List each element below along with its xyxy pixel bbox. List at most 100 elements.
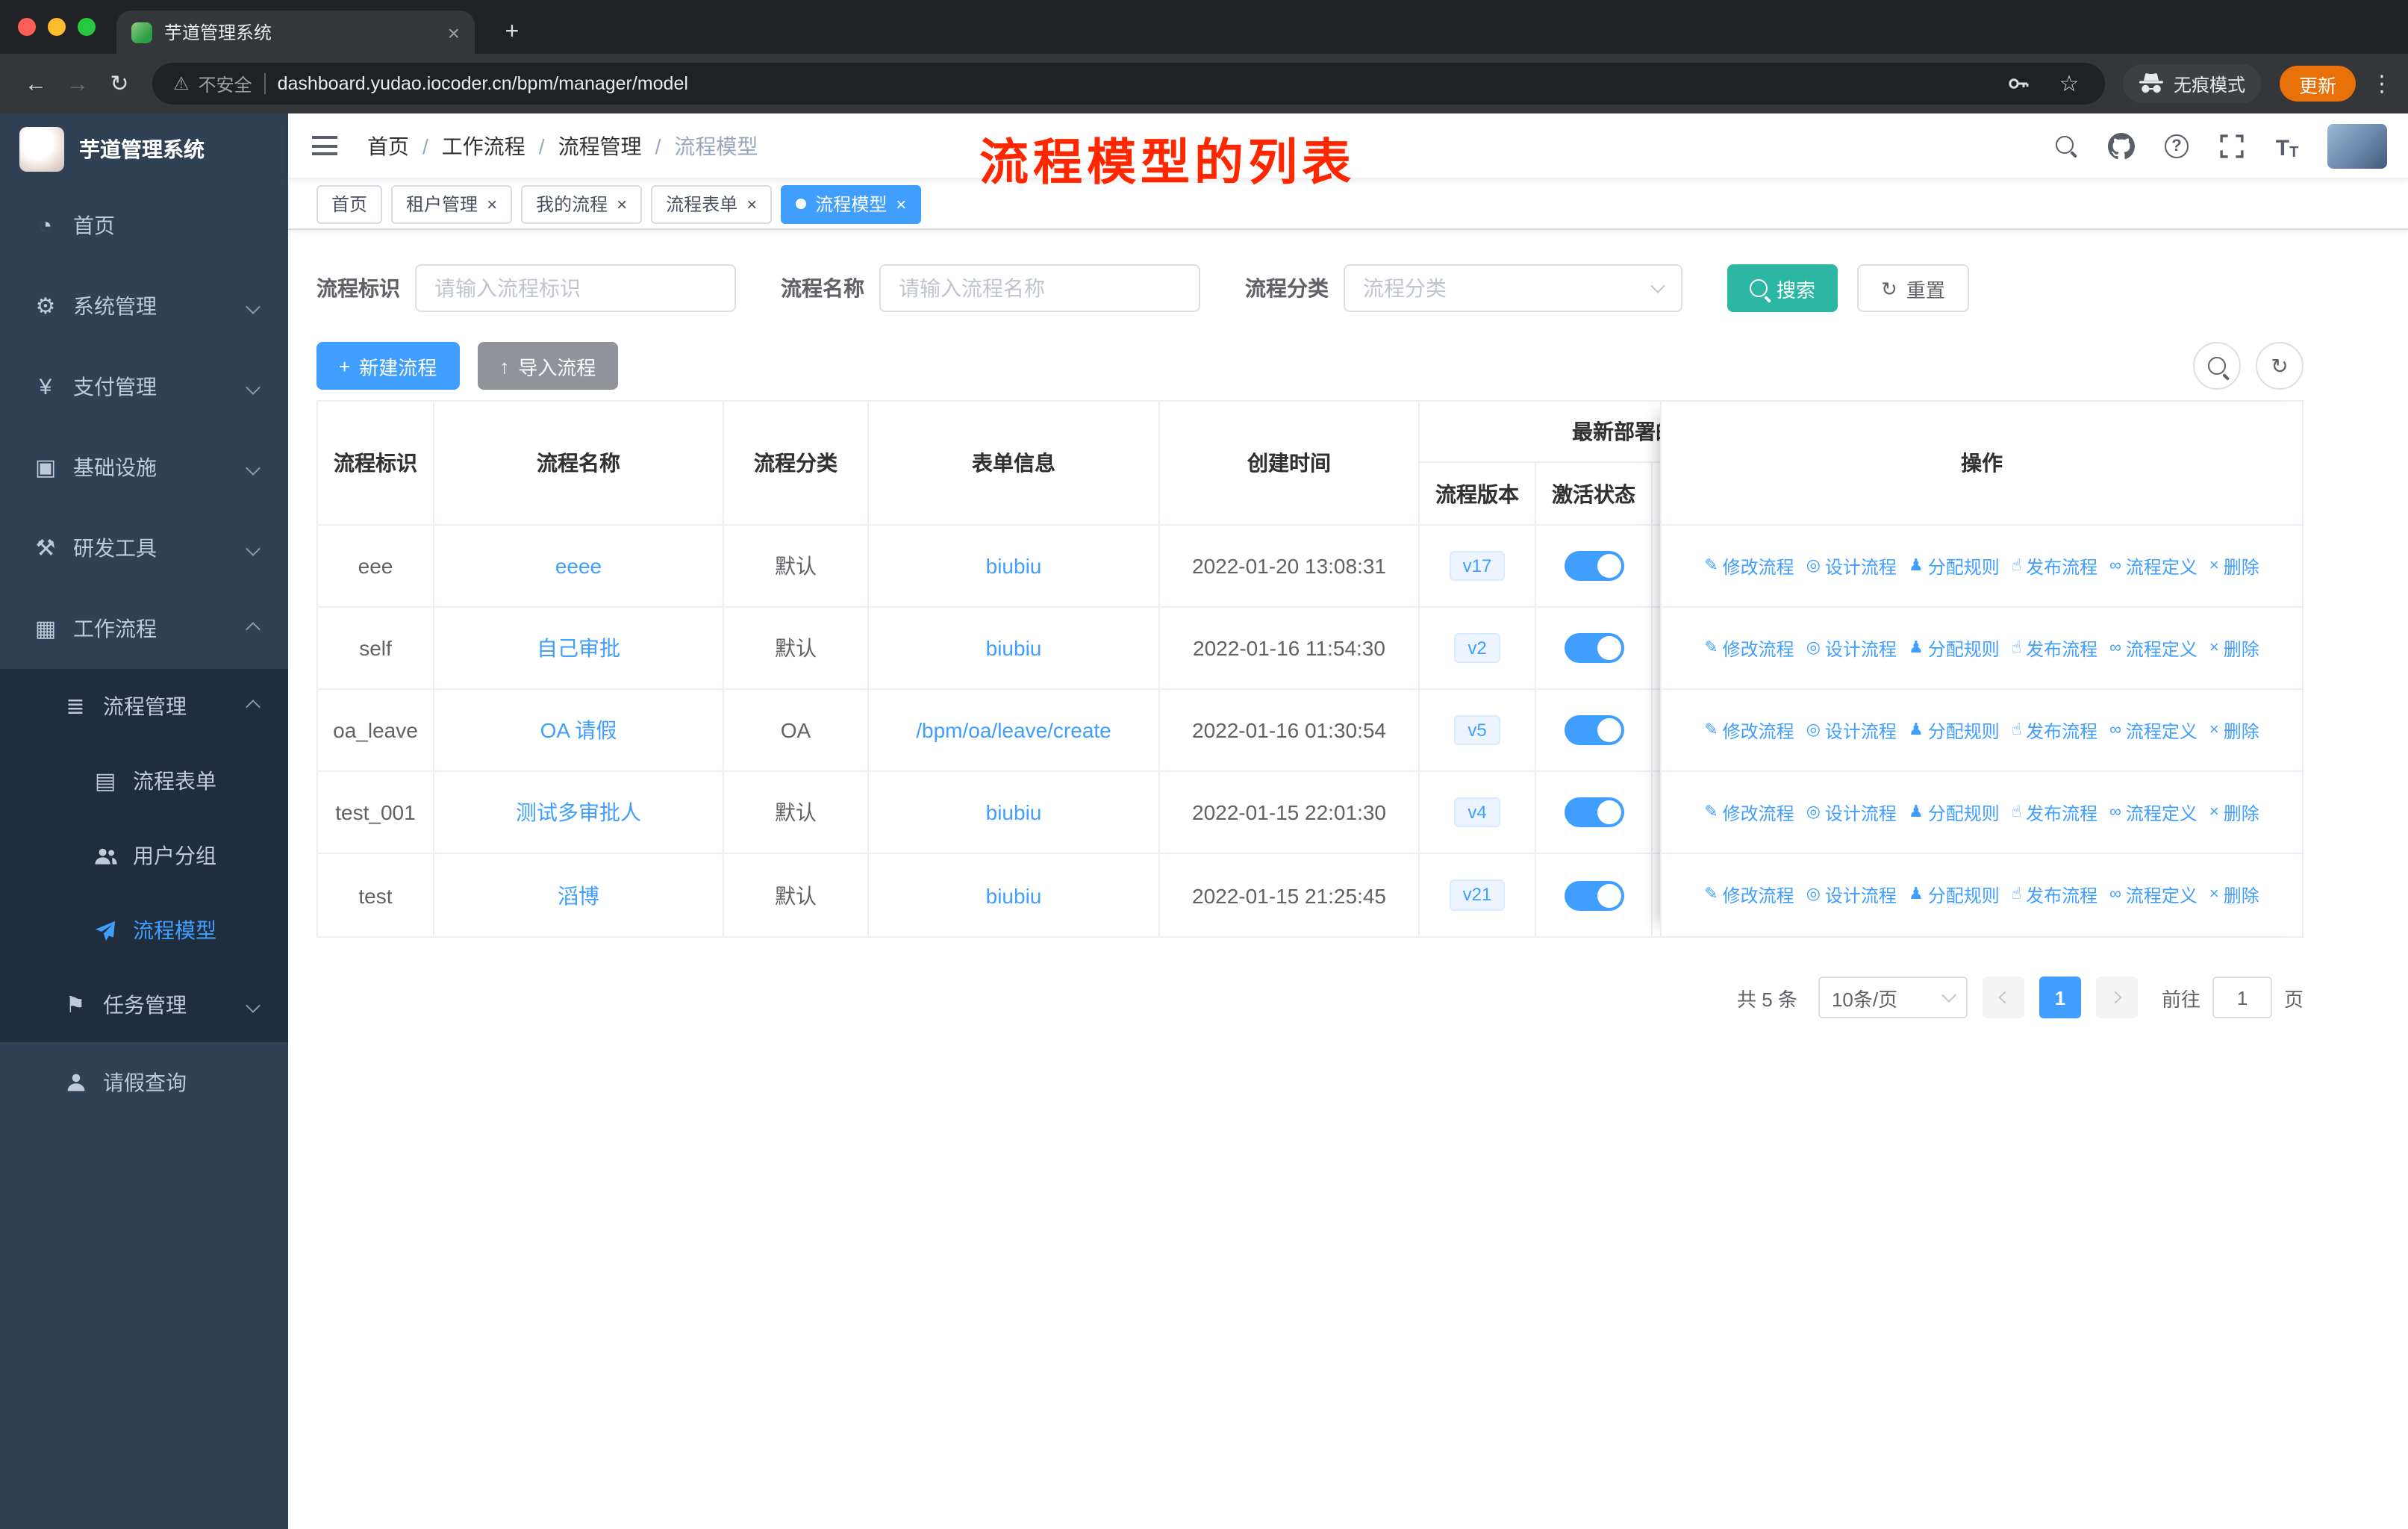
- form-info-link[interactable]: /bpm/oa/leave/create: [916, 718, 1111, 742]
- process-name-link[interactable]: eeee: [555, 554, 602, 578]
- modify-process-link[interactable]: ✎ 修改流程: [1704, 882, 1794, 908]
- deploy-process-link[interactable]: ☝ 发布流程: [2012, 717, 2097, 743]
- category-select[interactable]: 流程分类: [1344, 264, 1682, 312]
- modify-process-link[interactable]: ✎ 修改流程: [1704, 800, 1794, 825]
- collapse-sidebar-icon[interactable]: [312, 136, 337, 155]
- tag-process-model[interactable]: 流程模型 ×: [781, 184, 922, 223]
- process-name-link[interactable]: 滔博: [558, 880, 599, 910]
- breadcrumb-workflow[interactable]: 工作流程: [442, 131, 525, 161]
- delete-link[interactable]: × 删除: [2209, 635, 2259, 661]
- sidebar-item-leave-query[interactable]: 请假查询: [0, 1042, 288, 1123]
- toggle-search-button[interactable]: [2193, 342, 2241, 390]
- form-info-link[interactable]: biubiu: [986, 800, 1042, 824]
- active-toggle[interactable]: [1564, 551, 1623, 581]
- form-info-link[interactable]: biubiu: [986, 636, 1042, 660]
- design-process-link[interactable]: ◎ 设计流程: [1806, 717, 1897, 743]
- process-name-link[interactable]: 测试多审批人: [516, 797, 641, 827]
- active-toggle[interactable]: [1564, 880, 1623, 910]
- sidebar-item-infrastructure[interactable]: ▣ 基础设施: [0, 427, 288, 508]
- close-icon[interactable]: ×: [617, 195, 627, 213]
- assign-rule-link[interactable]: ♟ 分配规则: [1909, 553, 2000, 579]
- new-tab-button[interactable]: +: [496, 19, 528, 46]
- assign-rule-link[interactable]: ♟ 分配规则: [1909, 717, 2000, 743]
- password-key-icon[interactable]: [2003, 69, 2033, 99]
- reset-button[interactable]: ↻ 重置: [1857, 264, 1969, 312]
- active-toggle[interactable]: [1564, 633, 1623, 663]
- minimize-window-button[interactable]: [48, 18, 66, 36]
- sidebar-item-devtools[interactable]: ⚒ 研发工具: [0, 508, 288, 588]
- github-icon[interactable]: [2106, 131, 2136, 161]
- process-definition-link[interactable]: ∞ 流程定义: [2109, 717, 2198, 743]
- page-1-button[interactable]: 1: [2039, 977, 2081, 1018]
- search-icon[interactable]: [2051, 131, 2081, 161]
- app-logo[interactable]: 芋道管理系统: [0, 113, 288, 185]
- modify-process-link[interactable]: ✎ 修改流程: [1704, 717, 1794, 743]
- active-toggle[interactable]: [1564, 797, 1623, 827]
- page-size-select[interactable]: 10条/页: [1818, 977, 1968, 1018]
- close-window-button[interactable]: [18, 18, 36, 36]
- sidebar-item-payment[interactable]: ¥ 支付管理: [0, 346, 288, 427]
- process-definition-link[interactable]: ∞ 流程定义: [2109, 800, 2198, 825]
- sidebar-item-process-model[interactable]: 流程模型: [0, 893, 288, 968]
- deploy-process-link[interactable]: ☝ 发布流程: [2012, 882, 2097, 908]
- tab-close-icon[interactable]: ×: [448, 22, 460, 43]
- fullscreen-icon[interactable]: [2217, 131, 2247, 161]
- assign-rule-link[interactable]: ♟ 分配规则: [1909, 635, 2000, 661]
- modify-process-link[interactable]: ✎ 修改流程: [1704, 635, 1794, 661]
- design-process-link[interactable]: ◎ 设计流程: [1806, 635, 1897, 661]
- sidebar-item-system[interactable]: ⚙ 系统管理: [0, 266, 288, 346]
- design-process-link[interactable]: ◎ 设计流程: [1806, 800, 1897, 825]
- next-page-button[interactable]: [2095, 977, 2138, 1018]
- process-definition-link[interactable]: ∞ 流程定义: [2109, 882, 2198, 908]
- font-size-icon[interactable]: TT: [2272, 131, 2302, 161]
- sidebar-item-process-management[interactable]: ≣ 流程管理: [0, 669, 288, 744]
- forward-icon[interactable]: →: [57, 71, 99, 96]
- goto-page-input[interactable]: [2212, 977, 2272, 1018]
- process-name-link[interactable]: OA 请假: [540, 715, 617, 745]
- assign-rule-link[interactable]: ♟ 分配规则: [1909, 882, 2000, 908]
- process-name-input[interactable]: [879, 264, 1200, 312]
- address-bar[interactable]: ⚠ 不安全 dashboard.yudao.iocoder.cn/bpm/mana…: [152, 63, 2105, 105]
- sidebar-item-user-group[interactable]: 用户分组: [0, 818, 288, 893]
- chrome-update-button[interactable]: 更新: [2279, 66, 2356, 102]
- help-icon[interactable]: ?: [2162, 131, 2192, 161]
- sidebar-item-workflow[interactable]: ▦ 工作流程: [0, 588, 288, 669]
- close-icon[interactable]: ×: [487, 195, 497, 213]
- form-info-link[interactable]: biubiu: [986, 883, 1042, 907]
- deploy-process-link[interactable]: ☝ 发布流程: [2012, 553, 2097, 579]
- sidebar-item-home[interactable]: ◔ 首页: [0, 185, 288, 266]
- delete-link[interactable]: × 删除: [2209, 800, 2259, 825]
- close-icon[interactable]: ×: [746, 195, 757, 213]
- process-id-input[interactable]: [415, 264, 736, 312]
- process-definition-link[interactable]: ∞ 流程定义: [2109, 553, 2198, 579]
- reload-icon[interactable]: ↻: [99, 70, 140, 97]
- prev-page-button[interactable]: [1982, 977, 2024, 1018]
- sidebar-item-process-form[interactable]: ▤ 流程表单: [0, 744, 288, 818]
- user-avatar[interactable]: [2327, 123, 2387, 168]
- browser-tab[interactable]: 芋道管理系统 ×: [116, 10, 475, 54]
- modify-process-link[interactable]: ✎ 修改流程: [1704, 553, 1794, 579]
- delete-link[interactable]: × 删除: [2209, 717, 2259, 743]
- tag-tenant[interactable]: 租户管理 ×: [391, 184, 513, 223]
- search-button[interactable]: 搜索: [1727, 264, 1838, 312]
- maximize-window-button[interactable]: [78, 18, 96, 36]
- security-warning[interactable]: ⚠ 不安全: [173, 71, 252, 96]
- create-process-button[interactable]: + 新建流程: [316, 342, 460, 390]
- breadcrumb-home[interactable]: 首页: [367, 131, 409, 161]
- sidebar-item-task-management[interactable]: ⚑ 任务管理: [0, 968, 288, 1042]
- deploy-process-link[interactable]: ☝ 发布流程: [2012, 635, 2097, 661]
- design-process-link[interactable]: ◎ 设计流程: [1806, 882, 1897, 908]
- process-name-link[interactable]: 自己审批: [537, 633, 620, 663]
- assign-rule-link[interactable]: ♟ 分配规则: [1909, 800, 2000, 825]
- refresh-table-button[interactable]: ↻: [2256, 342, 2303, 390]
- bookmark-star-icon[interactable]: ☆: [2054, 69, 2084, 99]
- delete-link[interactable]: × 删除: [2209, 882, 2259, 908]
- browser-menu-icon[interactable]: ⋮: [2371, 70, 2393, 97]
- tag-home[interactable]: 首页: [316, 184, 383, 223]
- active-toggle[interactable]: [1564, 715, 1623, 745]
- delete-link[interactable]: × 删除: [2209, 553, 2259, 579]
- tag-my-process[interactable]: 我的流程 ×: [521, 184, 643, 223]
- process-definition-link[interactable]: ∞ 流程定义: [2109, 635, 2198, 661]
- back-icon[interactable]: ←: [15, 71, 57, 96]
- import-process-button[interactable]: ↑ 导入流程: [477, 342, 619, 390]
